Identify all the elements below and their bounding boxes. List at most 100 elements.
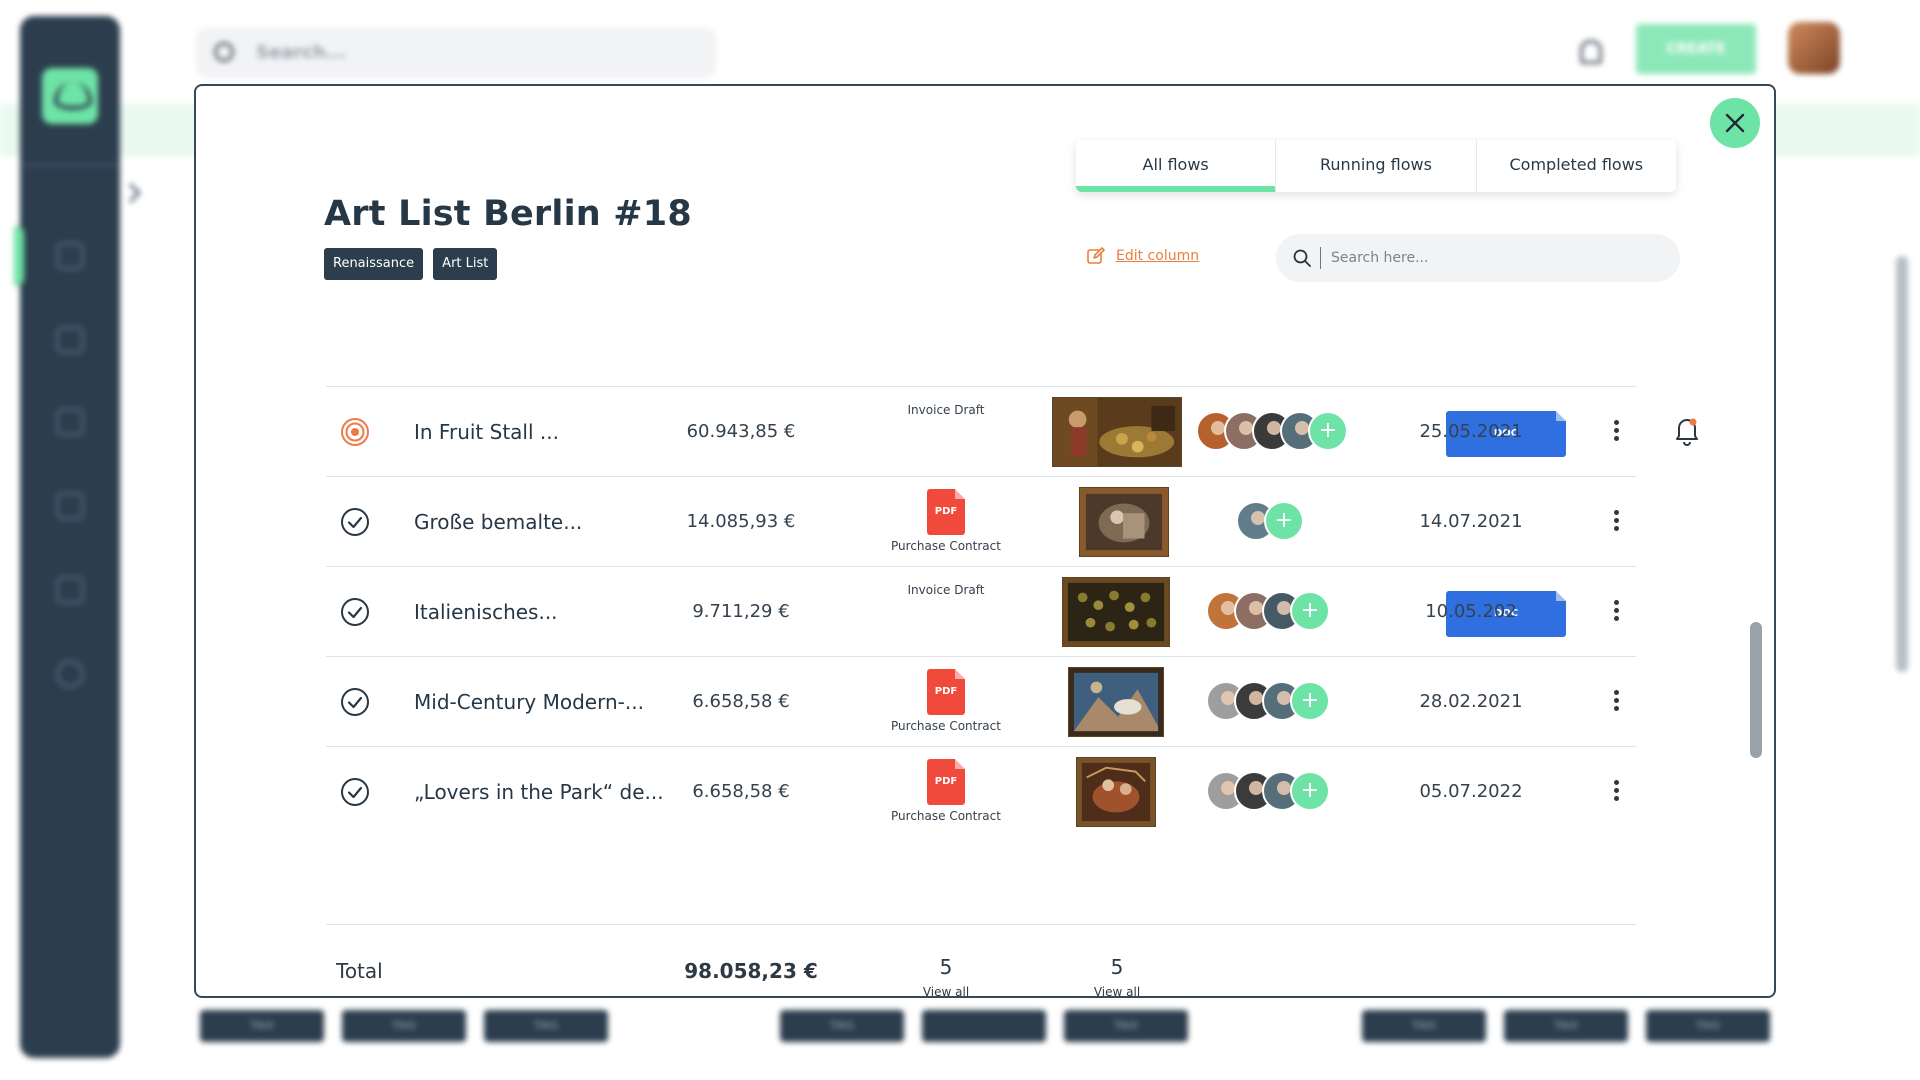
- check-circle-icon: [341, 778, 369, 806]
- table-row[interactable]: „Lovers in the Park“ de... 6.658,58 € PD…: [326, 746, 1636, 836]
- document-link[interactable]: DOC Invoice Draft: [886, 579, 1566, 637]
- row-menu-icon[interactable]: [1606, 417, 1626, 447]
- tag-renaissance: Renaissance: [324, 248, 424, 280]
- document-link[interactable]: DOC Invoice Draft: [886, 399, 1566, 457]
- total-row: Total 98.058,23 € 5 View all 5 View all: [326, 924, 1636, 996]
- edit-column-label: Edit column: [1116, 248, 1200, 264]
- row-date: 25.05.2021: [1419, 421, 1523, 442]
- home-icon[interactable]: [56, 242, 84, 270]
- document-link[interactable]: PDF Purchase Contract: [886, 669, 1006, 733]
- table-row[interactable]: In Fruit Stall ... 60.943,85 € DOC Invoi…: [326, 386, 1636, 476]
- flow-tabs: All flows Running flows Completed flows: [1076, 140, 1676, 192]
- artwork-name[interactable]: „Lovers in the Park“ de...: [414, 780, 664, 804]
- artwork-name[interactable]: In Fruit Stall ...: [414, 420, 559, 444]
- artwork-name[interactable]: Italienisches...: [414, 600, 558, 624]
- row-date: 28.02.2021: [1419, 691, 1523, 712]
- tag-list: Renaissance Art List: [324, 248, 498, 280]
- art-list-modal: Art List Berlin #18 Renaissance Art List…: [194, 84, 1776, 998]
- tab-all-flows[interactable]: All flows: [1076, 140, 1277, 192]
- pdf-file-icon: PDF: [927, 759, 965, 805]
- bottom-tag: TAG: [342, 1010, 466, 1042]
- table-row[interactable]: Mid-Century Modern-... 6.658,58 € PDF Pu…: [326, 656, 1636, 746]
- close-button[interactable]: [1710, 98, 1760, 148]
- bottom-tag: TAG: [1646, 1010, 1770, 1042]
- artwork-thumbnail[interactable]: [1062, 577, 1170, 647]
- document-caption: Invoice Draft: [907, 583, 985, 597]
- table-row[interactable]: Große bemalte... 14.085,93 € PDF Purchas…: [326, 476, 1636, 566]
- assignee-group: +: [1236, 501, 1304, 543]
- table-row[interactable]: Italienisches... 9.711,29 € DOC Invoice …: [326, 566, 1636, 656]
- total-amount: 98.058,23 €: [684, 959, 818, 983]
- images-total: 5 View all: [1057, 955, 1177, 996]
- assignee-group: +: [1206, 591, 1330, 633]
- create-button[interactable]: CREATE: [1636, 24, 1756, 74]
- app-logo: [42, 68, 98, 124]
- add-assignee-button[interactable]: +: [1264, 501, 1304, 541]
- search-icon: [214, 42, 234, 62]
- sidebar-expand-icon[interactable]: [121, 183, 141, 203]
- pdf-file-icon: PDF: [927, 489, 965, 535]
- artwork-amount: 6.658,58 €: [692, 691, 790, 712]
- add-assignee-button[interactable]: +: [1290, 591, 1330, 631]
- add-assignee-button[interactable]: +: [1308, 411, 1348, 451]
- table-search-input[interactable]: [1331, 250, 1631, 266]
- table-search: [1276, 234, 1680, 282]
- row-notification-bell-icon[interactable]: [1674, 416, 1700, 446]
- artwork-name[interactable]: Mid-Century Modern-...: [414, 690, 644, 714]
- edit-column-link[interactable]: Edit column: [1086, 246, 1199, 266]
- bottom-tag: [922, 1010, 1046, 1042]
- star-icon[interactable]: [56, 408, 84, 436]
- row-menu-icon[interactable]: [1606, 777, 1626, 807]
- document-caption: Purchase Contract: [891, 719, 1001, 733]
- users-icon[interactable]: [56, 492, 84, 520]
- artwork-thumbnail[interactable]: [1079, 487, 1169, 557]
- add-assignee-button[interactable]: +: [1290, 771, 1330, 811]
- document-caption: Invoice Draft: [907, 403, 985, 417]
- row-menu-icon[interactable]: [1606, 597, 1626, 627]
- location-icon[interactable]: [56, 576, 84, 604]
- row-menu-icon[interactable]: [1606, 507, 1626, 537]
- page-title: Art List Berlin #18: [324, 194, 692, 234]
- document-link[interactable]: PDF Purchase Contract: [886, 489, 1006, 553]
- document-link[interactable]: PDF Purchase Contract: [886, 759, 1006, 823]
- chat-icon[interactable]: [56, 326, 84, 354]
- documents-count: 5: [939, 955, 953, 979]
- check-circle-icon: [341, 508, 369, 536]
- row-date: 05.07.2022: [1419, 781, 1523, 802]
- artwork-thumbnail[interactable]: [1068, 667, 1164, 737]
- documents-total: 5 View all: [886, 955, 1006, 996]
- global-search-placeholder: Search...: [256, 42, 347, 63]
- add-assignee-button[interactable]: +: [1290, 681, 1330, 721]
- artwork-name[interactable]: Große bemalte...: [414, 510, 582, 534]
- modal-vertical-scrollbar[interactable]: [1750, 622, 1762, 758]
- artwork-thumbnail[interactable]: [1052, 397, 1182, 467]
- artwork-amount: 60.943,85 €: [686, 421, 796, 442]
- row-menu-icon[interactable]: [1606, 687, 1626, 717]
- artwork-amount: 6.658,58 €: [692, 781, 790, 802]
- user-avatar[interactable]: [1788, 22, 1840, 74]
- bottom-tag: TAG: [200, 1010, 324, 1042]
- page-scrollbar[interactable]: [1896, 256, 1908, 672]
- artwork-amount: 9.711,29 €: [692, 601, 790, 622]
- tab-running-flows[interactable]: Running flows: [1276, 140, 1477, 192]
- bottom-tag: TAG: [1504, 1010, 1628, 1042]
- close-icon: [1725, 113, 1745, 133]
- sidebar: [20, 16, 120, 1058]
- edit-icon: [1087, 247, 1105, 264]
- view-all-images-link[interactable]: View all: [1094, 985, 1140, 996]
- assignee-group: +: [1206, 771, 1330, 813]
- bottom-tag: TAG: [780, 1010, 904, 1042]
- in-progress-target-icon: [341, 418, 369, 446]
- check-circle-icon: [341, 688, 369, 716]
- notification-bell-icon[interactable]: [1580, 40, 1602, 64]
- artwork-thumbnail[interactable]: [1076, 757, 1156, 827]
- pdf-file-icon: PDF: [927, 669, 965, 715]
- view-all-documents-link[interactable]: View all: [923, 985, 969, 996]
- tab-completed-flows[interactable]: Completed flows: [1477, 140, 1676, 192]
- images-count: 5: [1110, 955, 1124, 979]
- sidebar-divider: [20, 164, 120, 166]
- tag-art-list: Art List: [433, 248, 498, 280]
- assignee-group: +: [1196, 411, 1348, 453]
- bottom-tag: TAG: [1362, 1010, 1486, 1042]
- settings-icon[interactable]: [56, 660, 84, 688]
